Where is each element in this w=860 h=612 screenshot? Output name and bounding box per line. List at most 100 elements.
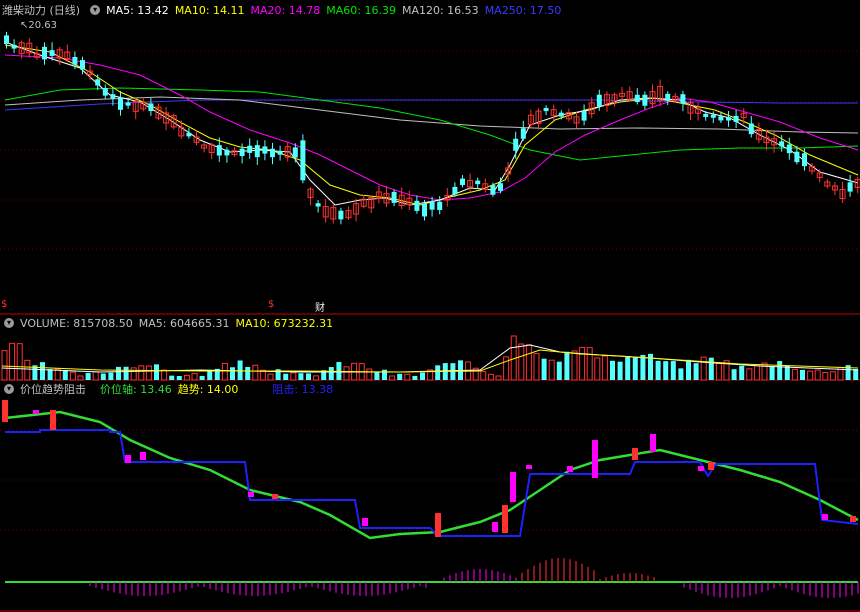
- candle-body-down: [794, 151, 800, 163]
- candle-body-down: [4, 35, 9, 44]
- volume-bar-down: [617, 361, 623, 380]
- chart-canvas[interactable]: [0, 0, 860, 612]
- trend-signal-block: [698, 466, 704, 471]
- candle-body-down: [224, 149, 230, 156]
- candle-body-down: [49, 50, 55, 56]
- volume-bar-up: [92, 371, 99, 381]
- volume-bar-up: [191, 373, 198, 381]
- candle-body-down: [437, 201, 443, 210]
- volume-bar-up: [829, 371, 836, 381]
- candle-body-down: [262, 146, 268, 154]
- volume-bar-up: [343, 366, 350, 381]
- stock-chart-window: { "title": "潍柴动力 (日线)", "colors": { "up"…: [0, 0, 860, 612]
- volume-bar-down: [693, 363, 699, 380]
- volume-bar-down: [382, 369, 387, 380]
- volume-bar-down: [784, 365, 790, 380]
- candle-body-down: [254, 145, 260, 158]
- trend-signal-block: [526, 465, 532, 469]
- volume-bar-down: [541, 358, 547, 380]
- volume-bar-down: [169, 375, 175, 380]
- candle-body-down: [247, 145, 253, 153]
- candle-body-down: [726, 117, 731, 121]
- volume-bar-down: [670, 361, 676, 380]
- volume-bar-down: [708, 357, 714, 380]
- volume-bar-up: [130, 367, 137, 381]
- volume-bar-down: [62, 369, 68, 380]
- volume-bar-up: [822, 372, 829, 381]
- volume-bar-down: [412, 376, 418, 380]
- volume-bar-down: [100, 373, 106, 380]
- trend-signal-block: [632, 448, 638, 460]
- candle-body-down: [118, 97, 123, 110]
- candle-body-down: [148, 103, 154, 112]
- candle-body-down: [11, 44, 17, 49]
- trend-signal-block: [435, 513, 441, 537]
- candle-body-down: [186, 132, 192, 137]
- volume-bar-up: [525, 344, 532, 381]
- candle-body-down: [642, 94, 648, 106]
- candle-body-down: [802, 153, 807, 167]
- candle-body-down: [125, 102, 131, 106]
- volume-bar-down: [154, 364, 159, 380]
- candle-body-down: [315, 203, 321, 207]
- candle-body-down: [520, 128, 526, 139]
- candle-body-down: [786, 144, 792, 154]
- candle-body-down: [634, 94, 640, 103]
- candle-body-down: [475, 180, 481, 185]
- trend-signal-block: [708, 462, 714, 470]
- volume-bar-up: [579, 346, 586, 381]
- volume-bar-down: [116, 366, 121, 380]
- volume-bar-up: [715, 363, 722, 381]
- volume-bar-down: [85, 372, 91, 380]
- candle-body-down: [292, 147, 298, 158]
- candle-body-down: [414, 200, 420, 211]
- volume-bar-down: [769, 365, 775, 380]
- candle-body-down: [239, 148, 245, 157]
- volume-bar-down: [237, 360, 243, 380]
- volume-bar-down: [108, 372, 114, 380]
- trend-signal-block: [50, 410, 56, 430]
- volume-bar-up: [366, 368, 373, 381]
- candle-body-down: [680, 94, 686, 104]
- volume-bar-down: [397, 373, 403, 380]
- candle-body-down: [452, 186, 458, 195]
- volume-bar-down: [123, 366, 129, 380]
- volume-bar-up: [480, 371, 487, 381]
- volume-bar-up: [1, 350, 8, 381]
- volume-bar-up: [518, 343, 525, 381]
- volume-bar-up: [290, 372, 297, 381]
- volume-bar-up: [69, 371, 76, 381]
- volume-bar-down: [245, 366, 251, 380]
- candle-body-down: [498, 183, 503, 191]
- volume-bar-up: [746, 368, 753, 381]
- candle-body-down: [80, 60, 85, 70]
- trend-signal-block: [650, 434, 656, 452]
- candle-body-down: [110, 94, 116, 99]
- volume-bar-down: [640, 354, 646, 380]
- trend-signal-block: [592, 440, 598, 478]
- volume-bar-down: [328, 367, 334, 380]
- candle-body-down: [779, 141, 785, 147]
- volume-bar-down: [283, 373, 289, 380]
- volume-bar-up: [594, 357, 601, 381]
- ma10-line: [4, 44, 859, 206]
- candle-body-down: [429, 201, 435, 210]
- price-axis-line: [4, 410, 859, 540]
- volume-ma10-line: [1, 349, 859, 373]
- volume-bar-down: [435, 365, 441, 380]
- volume-bar-up: [548, 359, 555, 381]
- volume-bar-up: [221, 362, 228, 381]
- volume-bar-up: [753, 365, 760, 381]
- volume-bar-down: [739, 365, 745, 380]
- candle-body-down: [270, 148, 275, 158]
- candle-body-down: [72, 57, 78, 65]
- trend-signal-block: [125, 455, 131, 463]
- candle-body-down: [338, 210, 344, 220]
- volume-bar-up: [77, 375, 84, 381]
- candle-body-down: [513, 138, 519, 151]
- volume-bar-up: [138, 365, 145, 381]
- volume-bar-up: [791, 368, 798, 381]
- volume-bar-down: [625, 355, 631, 380]
- trend-signal-block: [492, 522, 498, 532]
- volume-bar-up: [601, 355, 608, 381]
